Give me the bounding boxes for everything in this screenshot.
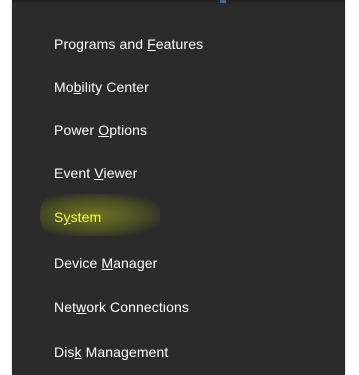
menu-item-label: Device Manager — [54, 255, 158, 271]
menu-item-label: Power Options — [54, 122, 148, 138]
menu-item-network-connections[interactable]: Network Connections — [12, 286, 345, 328]
menu-item-system[interactable]: System — [12, 194, 345, 238]
menu-item-label: Event Viewer — [54, 165, 138, 181]
power-user-menu: Programs and Features Mobility Center Po… — [12, 0, 345, 375]
menu-item-programs-and-features[interactable]: Programs and Features — [12, 23, 345, 65]
menu-item-label: System — [54, 209, 102, 225]
menu-top-edge — [12, 0, 345, 4]
menu-item-label: Programs and Features — [54, 36, 204, 52]
menu-item-label: Mobility Center — [54, 79, 149, 95]
menu-item-device-manager[interactable]: Device Manager — [12, 242, 345, 284]
screenshot-frame: Programs and Features Mobility Center Po… — [0, 0, 359, 375]
menu-item-power-options[interactable]: Power Options — [12, 109, 345, 151]
menu-item-label: Disk Management — [54, 344, 169, 360]
menu-item-event-viewer[interactable]: Event Viewer — [12, 152, 345, 194]
menu-item-mobility-center[interactable]: Mobility Center — [12, 66, 345, 108]
menu-top-accent — [220, 0, 226, 3]
menu-item-label: Network Connections — [54, 299, 189, 315]
menu-item-disk-management[interactable]: Disk Management — [12, 331, 345, 373]
